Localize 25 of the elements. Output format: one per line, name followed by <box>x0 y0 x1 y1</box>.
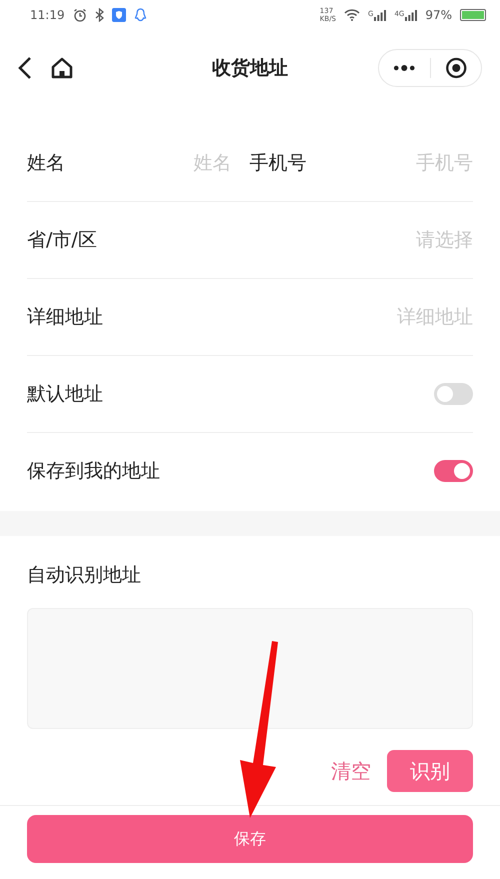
toggle-switch[interactable] <box>434 383 473 405</box>
clock-time: 11:19 <box>30 8 65 22</box>
field-label: 详细地址 <box>27 305 103 330</box>
battery-percent: 97% <box>425 8 452 22</box>
alarm-icon <box>72 8 87 22</box>
signal-icon <box>374 10 386 20</box>
bluetooth-icon <box>94 8 104 22</box>
shield-icon <box>112 8 126 22</box>
toggle-switch[interactable] <box>434 460 473 482</box>
signal-icon <box>405 10 418 20</box>
field-label: 姓名 <box>27 151 65 176</box>
field-label: 省/市/区 <box>27 228 97 253</box>
clear-button[interactable]: 清空 <box>331 758 371 784</box>
save-button[interactable]: 保存 <box>27 815 473 863</box>
back-button[interactable] <box>18 56 32 80</box>
home-button[interactable] <box>50 56 74 80</box>
recognize-button[interactable]: 识别 <box>387 750 473 792</box>
field-label: 默认地址 <box>27 382 103 407</box>
section-title: 自动识别地址 <box>27 563 142 588</box>
field-label: 手机号 <box>250 151 306 176</box>
field-label: 保存到我的地址 <box>27 459 160 484</box>
page-title: 收货地址 <box>212 56 288 80</box>
battery-icon <box>460 9 486 21</box>
penguin-icon <box>134 8 147 22</box>
wifi-icon <box>344 9 360 21</box>
